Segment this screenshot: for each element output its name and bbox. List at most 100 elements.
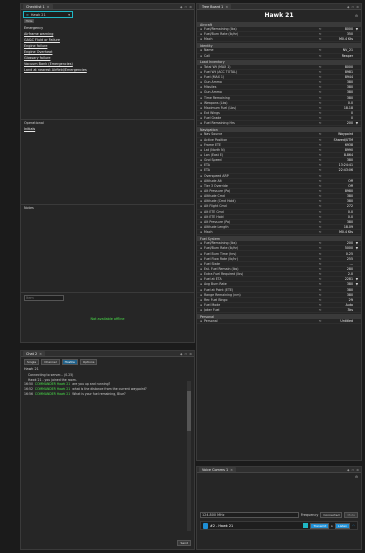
link-icon[interactable]: [303, 523, 309, 528]
settings-icon[interactable]: ⚙: [189, 352, 192, 356]
pin-icon[interactable]: ◆: [347, 468, 349, 472]
section-title: Fuel System: [200, 236, 221, 241]
row-value: 0.0: [347, 209, 353, 214]
close-icon[interactable]: ×: [225, 5, 228, 9]
chat-scrollbar[interactable]: [187, 381, 191, 531]
row-value: 2.0: [347, 272, 353, 277]
row-value: 8000: [344, 64, 353, 69]
row-label: Fuel/Burn Rate (lb/hr): [204, 32, 239, 37]
float-icon[interactable]: ▭: [184, 5, 187, 9]
procedure-link[interactable]: Glossary failure: [24, 56, 191, 60]
float-icon[interactable]: ▭: [351, 468, 354, 472]
tab-label: Chat 2: [26, 351, 38, 356]
procedure-link[interactable]: Engine failure: [24, 44, 191, 48]
row-value: 8.864: [343, 153, 353, 158]
float-icon[interactable]: ▭: [351, 5, 354, 9]
row-label: Fuel Grade: [204, 116, 222, 121]
chat-message: Hawk 21 - you joined the room.: [24, 378, 183, 382]
row-value: ---: [349, 261, 353, 266]
mute-button[interactable]: Mute: [344, 511, 358, 518]
tab-label: Tree Board 1: [202, 4, 224, 9]
row-label: Fuel at Point (ETE): [204, 287, 234, 292]
row-dropdown-icon[interactable]: ▼: [353, 27, 358, 31]
chat-filter-channel[interactable]: Channel: [41, 359, 60, 365]
chevron-down-icon: ▾: [68, 12, 70, 17]
tree-row[interactable]: ▪ Joker Fuel ⟲ 3ks: [197, 308, 361, 314]
gear-icon[interactable]: ⚙: [197, 473, 361, 481]
voice-frequency-bar: 124.800 MHz Frequency Connected Mute: [200, 511, 358, 518]
row-label: Gun Ammo: [204, 90, 222, 95]
operational-item-link[interactable]: Initials: [24, 127, 191, 131]
tree-row[interactable]: ▪ Personal ⟲ Untitled: [197, 319, 361, 325]
row-dropdown-icon[interactable]: ▼: [353, 246, 358, 250]
settings-icon[interactable]: ⚙: [189, 5, 192, 9]
chat-filter-options[interactable]: Options: [79, 359, 98, 365]
procedure-link[interactable]: Vacuum Bank (Emergencies): [24, 62, 191, 66]
tree-row[interactable]: ▪ Fuel Remaining Hrs ⟲ 200 ▼: [197, 121, 361, 127]
pin-icon[interactable]: ◆: [180, 352, 182, 356]
aircraft-select[interactable]: ≡ Hawk 21 ▾: [23, 11, 73, 18]
row-label: Nav Source: [204, 132, 223, 137]
section-title: Aircraft: [200, 22, 213, 27]
chat-message: Connecting to server... (0.25): [24, 373, 183, 377]
sync-icon[interactable]: ⟲: [317, 174, 323, 178]
row-value: 0: [350, 116, 353, 121]
tab-voice[interactable]: Voice Comms 1 ×: [199, 467, 236, 472]
close-icon[interactable]: ×: [230, 468, 233, 472]
chat-text: what is the distance from the current wa…: [72, 387, 147, 392]
chat-filter-hostile[interactable]: Hostile: [61, 359, 78, 365]
chat-author: COMMANDER Hawk 21: [34, 387, 71, 392]
float-icon[interactable]: ▭: [184, 352, 187, 356]
procedure-link[interactable]: Engine Overheat: [24, 50, 191, 54]
row-value: 2ft: [348, 297, 353, 302]
row-dropdown-icon[interactable]: ▼: [353, 282, 358, 286]
close-icon[interactable]: ×: [47, 5, 50, 9]
row-label: Call: [204, 53, 210, 58]
row-label: Mach: [204, 37, 213, 42]
tree-row[interactable]: ▪ Call ⟲ Reaper: [197, 54, 361, 59]
tab-chat[interactable]: Chat 2 ×: [23, 351, 46, 356]
listen-button[interactable]: Listen: [335, 522, 351, 529]
row-dropdown-icon[interactable]: ▼: [353, 241, 358, 245]
send-button[interactable]: Send: [177, 540, 191, 546]
section-title: Personal: [200, 314, 215, 319]
procedure-link[interactable]: GA&C Fluid or Failure: [24, 38, 191, 42]
close-icon[interactable]: ×: [39, 352, 42, 356]
pin-icon[interactable]: ◆: [180, 5, 182, 9]
settings-icon[interactable]: ⚙: [356, 468, 359, 472]
chat-message: 16:56 COMMANDER Hawk 21 What is your fuel …: [24, 392, 183, 396]
gear-icon[interactable]: ⚙: [355, 14, 358, 18]
frequency-mode: Frequency: [300, 512, 319, 517]
row-label: Maximum Fuel (Lbs): [204, 105, 237, 110]
row-value: 380: [346, 90, 353, 95]
tree-row[interactable]: ▪ Mach ⟲ M0.4 Kts: [197, 230, 361, 236]
row-label: Joker Fuel: [204, 308, 220, 313]
headset-icon[interactable]: ◠: [352, 524, 355, 528]
row-value: 380: [346, 80, 353, 85]
row-dropdown-icon[interactable]: ▼: [353, 121, 358, 125]
chat-scroll-thumb[interactable]: [187, 391, 191, 431]
tab-tree-board[interactable]: Tree Board 1 ×: [199, 4, 232, 9]
procedure-link[interactable]: Airframe warning: [24, 32, 191, 36]
arrow-icon[interactable]: ▸: [331, 524, 333, 528]
tree-row[interactable]: ▪ Mach ⟲ M0.4 Kts: [197, 37, 361, 43]
pin-icon[interactable]: ◆: [347, 5, 349, 9]
row-value: 8981: [344, 69, 353, 74]
row-label: Fuel/Remaining (lbs): [204, 27, 237, 32]
transmit-button[interactable]: Transmit: [310, 522, 330, 529]
row-label: Gun Ammo: [204, 80, 222, 85]
hide-button[interactable]: Hide: [24, 19, 34, 23]
chat-author: COMMANDER Hawk 21: [34, 382, 71, 387]
row-dropdown-icon[interactable]: ▼: [353, 277, 358, 281]
settings-icon[interactable]: ⚙: [356, 5, 359, 9]
row-label: Total Wt (MAX 1): [204, 64, 231, 69]
category-title: Emergency: [24, 26, 44, 30]
chat-filter-single[interactable]: Single: [24, 359, 40, 365]
row-value: Auto: [345, 302, 353, 307]
procedure-link[interactable]: Land at nearest Airfield/Emergencies: [24, 68, 191, 72]
tab-checklist[interactable]: Checklist 1 ×: [23, 4, 53, 9]
operational-title: Operational: [24, 121, 44, 125]
panel-toolbar: ◆ ▭ ⚙: [347, 468, 359, 472]
item-input[interactable]: Item: [24, 295, 64, 301]
frequency-field[interactable]: 124.800 MHz: [200, 511, 299, 518]
